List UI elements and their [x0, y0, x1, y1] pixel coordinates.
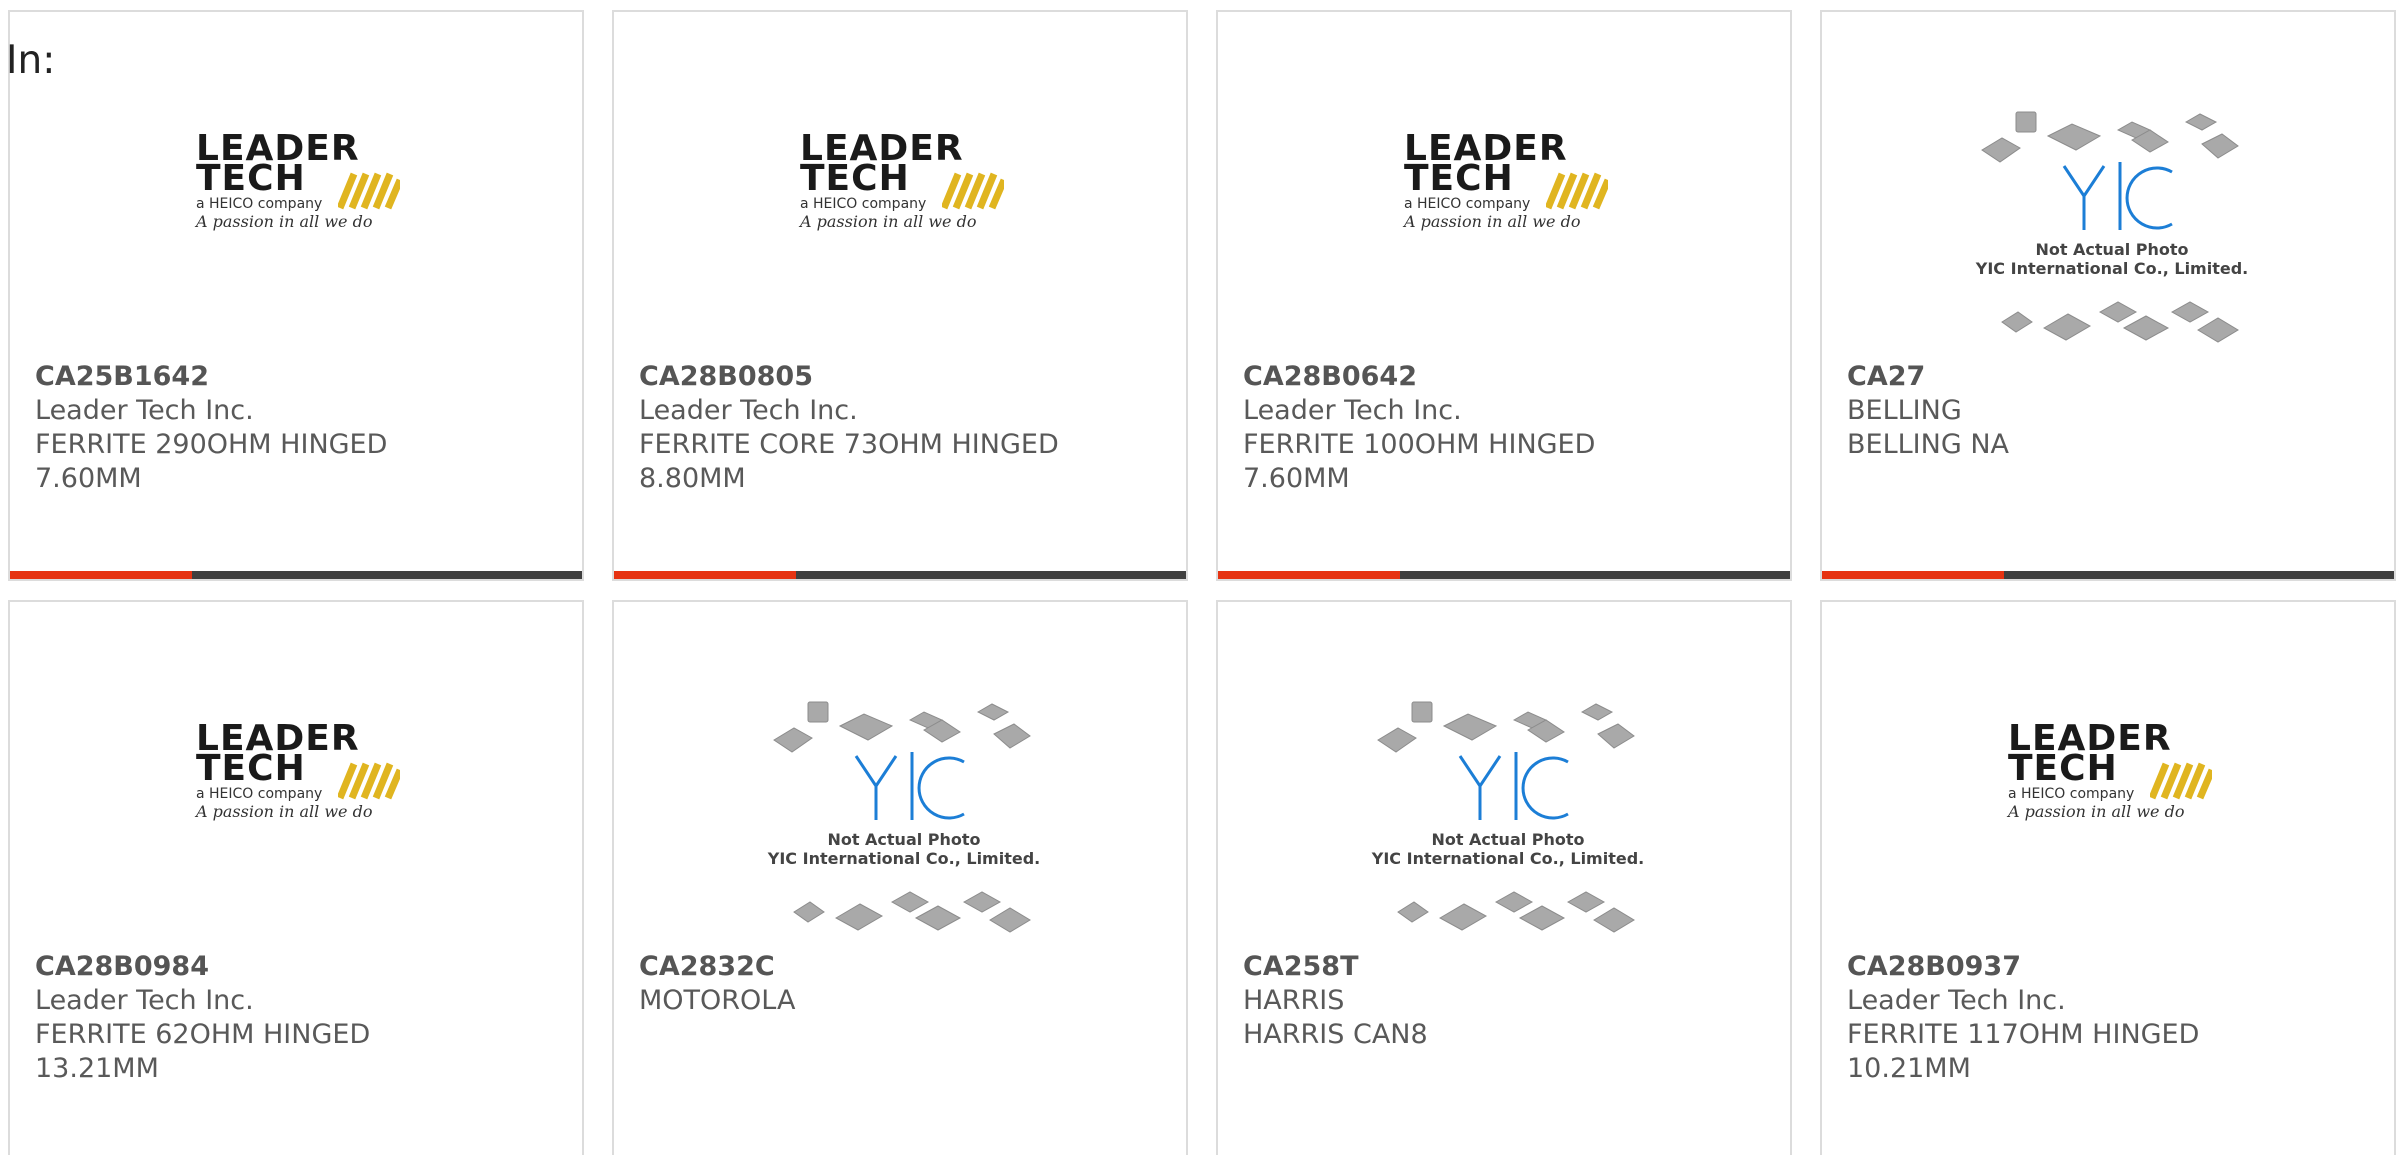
chips-icon: [773, 701, 1031, 933]
product-image[interactable]: LEADER TECH a HEICO company A passion in…: [1218, 12, 1790, 352]
product-image[interactable]: LEADER TECH a HEICO company A passion in…: [1822, 602, 2394, 942]
product-card[interactable]: LEADER TECH a HEICO company A passion in…: [1820, 600, 2396, 1155]
product-info: CA28B0937 Leader Tech Inc. FERRITE 117OH…: [1847, 950, 2374, 1086]
part-number[interactable]: CA2832C: [639, 950, 1166, 984]
stripes-icon: [338, 762, 400, 800]
part-number[interactable]: CA27: [1847, 360, 2374, 394]
part-number[interactable]: CA258T: [1243, 950, 1770, 984]
manufacturer: Leader Tech Inc.: [639, 395, 858, 426]
product-info: CA28B0984 Leader Tech Inc. FERRITE 62OHM…: [35, 950, 562, 1086]
product-card[interactable]: LEADER TECH a HEICO company A passion in…: [8, 10, 584, 581]
product-image[interactable]: Not Actual Photo YIC International Co., …: [1822, 12, 2394, 352]
description: FERRITE CORE 73OHM HINGED: [639, 429, 1059, 460]
product-image[interactable]: Not Actual Photo YIC International Co., …: [1218, 602, 1790, 942]
chips-icon: [1981, 111, 2239, 343]
product-card[interactable]: Not Actual Photo YIC International Co., …: [1216, 600, 1792, 1155]
product-info: CA258T HARRIS HARRIS CAN8: [1243, 950, 1770, 1052]
description: FERRITE 290OHM HINGED: [35, 429, 388, 460]
product-grid-page: In: LEADER TECH a HEICO company A passio…: [0, 0, 2400, 1155]
stripes-icon: [338, 172, 400, 210]
description-2: 13.21MM: [35, 1053, 159, 1084]
chips-icon: [1377, 701, 1635, 933]
part-number[interactable]: CA28B0805: [639, 360, 1166, 394]
yic-placeholder: Not Actual Photo YIC International Co., …: [1972, 100, 2252, 350]
manufacturer: Leader Tech Inc.: [35, 395, 254, 426]
description: FERRITE 117OHM HINGED: [1847, 1019, 2200, 1050]
card-bottom-bar: [10, 571, 582, 579]
card-bottom-bar: [614, 571, 1186, 579]
leadertech-logo: LEADER TECH a HEICO company A passion in…: [196, 131, 406, 244]
product-card[interactable]: Not Actual Photo YIC International Co., …: [1820, 10, 2396, 581]
in-label: In:: [6, 38, 56, 83]
yic-caption: Not Actual Photo YIC International Co., …: [1371, 830, 1645, 868]
product-info: CA27 BELLING BELLING NA: [1847, 360, 2374, 462]
accent-segment: [1218, 571, 1400, 579]
description-2: 10.21MM: [1847, 1053, 1971, 1084]
product-info: CA28B0805 Leader Tech Inc. FERRITE CORE …: [639, 360, 1166, 496]
manufacturer: HARRIS: [1243, 985, 1345, 1016]
description: BELLING NA: [1847, 429, 2009, 460]
product-info: CA25B1642 Leader Tech Inc. FERRITE 290OH…: [35, 360, 562, 496]
product-info: CA2832C MOTOROLA: [639, 950, 1166, 1018]
yic-placeholder: Not Actual Photo YIC International Co., …: [764, 690, 1044, 940]
description-2: 7.60MM: [1243, 463, 1350, 494]
product-image[interactable]: LEADER TECH a HEICO company A passion in…: [10, 12, 582, 352]
part-number[interactable]: CA28B0984: [35, 950, 562, 984]
product-image[interactable]: LEADER TECH a HEICO company A passion in…: [10, 602, 582, 942]
yic-caption: Not Actual Photo YIC International Co., …: [1975, 240, 2249, 278]
product-card[interactable]: LEADER TECH a HEICO company A passion in…: [1216, 10, 1792, 581]
product-image[interactable]: LEADER TECH a HEICO company A passion in…: [614, 12, 1186, 352]
stripes-icon: [942, 172, 1004, 210]
stripes-icon: [1546, 172, 1608, 210]
description: FERRITE 62OHM HINGED: [35, 1019, 371, 1050]
product-info: CA28B0642 Leader Tech Inc. FERRITE 100OH…: [1243, 360, 1770, 496]
accent-segment: [614, 571, 796, 579]
product-image[interactable]: Not Actual Photo YIC International Co., …: [614, 602, 1186, 942]
description: HARRIS CAN8: [1243, 1019, 1428, 1050]
manufacturer: BELLING: [1847, 395, 1962, 426]
leadertech-logo: LEADER TECH a HEICO company A passion in…: [196, 721, 406, 834]
part-number[interactable]: CA28B0642: [1243, 360, 1770, 394]
product-card[interactable]: Not Actual Photo YIC International Co., …: [612, 600, 1188, 1155]
manufacturer: Leader Tech Inc.: [1243, 395, 1462, 426]
manufacturer: Leader Tech Inc.: [1847, 985, 2066, 1016]
card-bottom-bar: [1218, 571, 1790, 579]
manufacturer: MOTOROLA: [639, 985, 796, 1016]
part-number[interactable]: CA25B1642: [35, 360, 562, 394]
accent-segment: [10, 571, 192, 579]
product-card[interactable]: LEADER TECH a HEICO company A passion in…: [8, 600, 584, 1155]
description-2: 7.60MM: [35, 463, 142, 494]
manufacturer: Leader Tech Inc.: [35, 985, 254, 1016]
part-number[interactable]: CA28B0937: [1847, 950, 2374, 984]
yic-placeholder: Not Actual Photo YIC International Co., …: [1368, 690, 1648, 940]
stripes-icon: [2150, 762, 2212, 800]
leadertech-logo: LEADER TECH a HEICO company A passion in…: [800, 131, 1010, 244]
card-bottom-bar: [1822, 571, 2394, 579]
leadertech-logo: LEADER TECH a HEICO company A passion in…: [1404, 131, 1614, 244]
product-card[interactable]: LEADER TECH a HEICO company A passion in…: [612, 10, 1188, 581]
accent-segment: [1822, 571, 2004, 579]
leadertech-logo: LEADER TECH a HEICO company A passion in…: [2008, 721, 2218, 834]
description-2: 8.80MM: [639, 463, 746, 494]
yic-caption: Not Actual Photo YIC International Co., …: [767, 830, 1041, 868]
description: FERRITE 100OHM HINGED: [1243, 429, 1596, 460]
